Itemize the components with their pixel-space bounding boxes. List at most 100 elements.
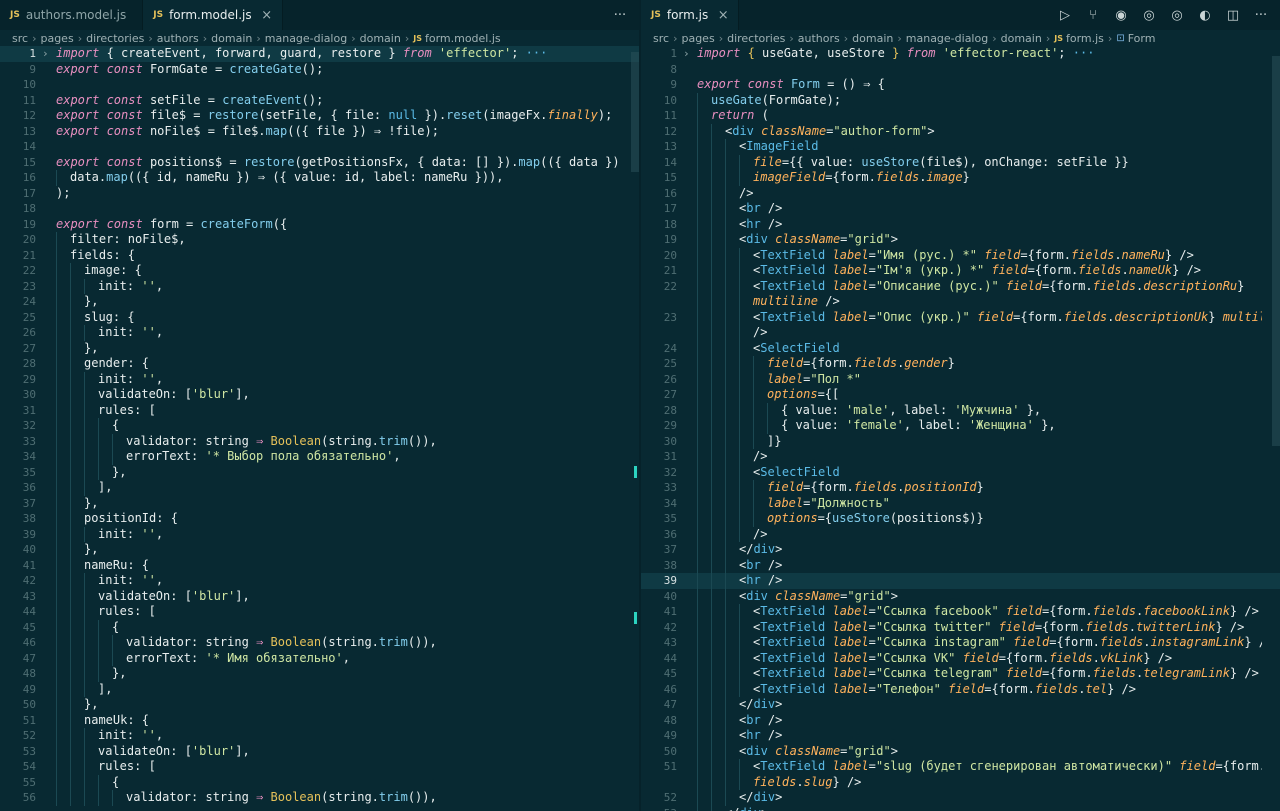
code-line[interactable]: 23 <TextField label="Опис (укр.)" field={… <box>641 309 1280 325</box>
code-line[interactable]: 28 gender: { <box>0 356 639 372</box>
code-line[interactable]: 17); <box>0 186 639 202</box>
code-line[interactable]: 10 useGate(FormGate); <box>641 92 1280 108</box>
code-line[interactable]: 48}, <box>0 666 639 682</box>
code-line[interactable]: 47 errorText: '* Имя обязательно', <box>0 650 639 666</box>
code-editor[interactable]: 1 › import { useGate, useStore } from 'eff… <box>641 46 1280 811</box>
code-line[interactable]: 30 validateOn: ['blur'], <box>0 387 639 403</box>
code-line[interactable]: 20 <TextField label="Имя (рус.) *" field=… <box>641 247 1280 263</box>
code-line[interactable]: 21 fields: { <box>0 247 639 263</box>
code-line[interactable]: 39 init: '', <box>0 526 639 542</box>
code-line[interactable]: 28 { value: 'male', label: 'Мужчина' }, <box>641 402 1280 418</box>
breadcrumb-item[interactable]: Form <box>1128 32 1156 45</box>
code-line[interactable]: 44 rules: [ <box>0 604 639 620</box>
more-actions-icon[interactable]: ··· <box>1248 8 1274 23</box>
close-icon[interactable]: × <box>260 8 274 23</box>
code-line[interactable]: 46 validator: string ⇒ Boolean(string.tri… <box>0 635 639 651</box>
code-line[interactable]: 36 /> <box>641 526 1280 542</box>
code-line[interactable]: 12 export const file$ = restore(setFile, … <box>0 108 639 124</box>
code-line[interactable]: 26 init: '', <box>0 325 639 341</box>
vertical-scrollbar[interactable] <box>629 46 639 811</box>
code-line[interactable]: 53 </div> <box>641 805 1280 811</box>
close-icon[interactable]: × <box>716 8 730 23</box>
run-icon[interactable]: ▷ <box>1052 8 1078 23</box>
code-line[interactable]: 47 </div> <box>641 697 1280 713</box>
code-line[interactable]: 23 init: '', <box>0 278 639 294</box>
code-line[interactable]: 24 <SelectField <box>641 340 1280 356</box>
editor-tab[interactable]: JS form.model.js × <box>143 0 283 30</box>
breadcrumb-item[interactable]: domain <box>211 32 252 45</box>
code-line[interactable]: 29 init: '', <box>0 371 639 387</box>
editor-tab[interactable]: JS form.js × <box>641 0 740 30</box>
code-line[interactable]: 33 field={form.fields.positionId} <box>641 480 1280 496</box>
code-line[interactable]: 29 { value: 'female', label: 'Женщина' }, <box>641 418 1280 434</box>
code-line[interactable]: 31 /> <box>641 449 1280 465</box>
code-line[interactable]: 1 › import { createEvent, forward, guard, … <box>0 46 639 62</box>
code-line[interactable]: 13 export const noFile$ = file$.map(({ fi… <box>0 124 639 140</box>
code-line[interactable]: 39 <hr /> <box>641 573 1280 589</box>
code-line[interactable]: 46 <TextField label="Телефон" field={form… <box>641 681 1280 697</box>
code-line[interactable]: 34 label="Должность" <box>641 495 1280 511</box>
code-line[interactable]: 56 validator: string ⇒ Boolean(string.tri… <box>0 790 639 806</box>
breadcrumb-item[interactable]: directories <box>727 32 785 45</box>
fold-chevron-icon[interactable]: › <box>683 46 690 62</box>
code-line[interactable]: /> <box>641 325 1280 341</box>
code-line[interactable]: 52 init: '', <box>0 728 639 744</box>
breadcrumb-item[interactable]: pages <box>681 32 714 45</box>
code-line[interactable]: 11 return ( <box>641 108 1280 124</box>
code-line[interactable]: 18 <box>0 201 639 217</box>
code-line[interactable]: 33 validator: string ⇒ Boolean(string.tri… <box>0 433 639 449</box>
code-line[interactable]: 41 nameRu: { <box>0 557 639 573</box>
code-line[interactable]: 45 <TextField label="Ссылка telegram" fie… <box>641 666 1280 682</box>
editor-tab[interactable]: JS authors.model.js <box>0 0 144 30</box>
code-line[interactable]: 32 { <box>0 418 639 434</box>
breadcrumb-item[interactable]: src <box>12 32 28 45</box>
code-line[interactable]: 55 { <box>0 774 639 790</box>
previous-change-icon[interactable]: ◎ <box>1136 8 1162 23</box>
code-line[interactable]: 9 export const Form = () ⇒ { <box>641 77 1280 93</box>
code-line[interactable]: 22 image: { <box>0 263 639 279</box>
code-line[interactable]: 38 <br /> <box>641 557 1280 573</box>
code-line[interactable]: 19 <div className="grid"> <box>641 232 1280 248</box>
code-line[interactable]: 48 <br /> <box>641 712 1280 728</box>
code-line[interactable]: 40}, <box>0 542 639 558</box>
code-line[interactable]: 34 errorText: '* Выбор пола обязательно', <box>0 449 639 465</box>
code-line[interactable]: 22 <TextField label="Описание (рус.)" fie… <box>641 278 1280 294</box>
code-line[interactable]: 27 options={[ <box>641 387 1280 403</box>
code-line[interactable]: 41 <TextField label="Ссылка facebook" fie… <box>641 604 1280 620</box>
breadcrumb-item[interactable]: form.js <box>1066 32 1104 45</box>
code-line[interactable]: 54 rules: [ <box>0 759 639 775</box>
code-editor[interactable]: 1 › import { createEvent, forward, guard, … <box>0 46 639 811</box>
code-line[interactable]: 42 init: '', <box>0 573 639 589</box>
code-line[interactable]: 49], <box>0 681 639 697</box>
breadcrumb-item[interactable]: domain <box>852 32 893 45</box>
breadcrumb-item[interactable]: domain <box>360 32 401 45</box>
code-line[interactable]: 43 <TextField label="Ссылка instagram" fi… <box>641 635 1280 651</box>
fold-chevron-icon[interactable]: › <box>42 46 49 62</box>
code-line[interactable]: 21 <TextField label="Ім'я (укр.) *" field… <box>641 263 1280 279</box>
code-line[interactable]: 37 </div> <box>641 542 1280 558</box>
code-line[interactable]: 51 <TextField label="slug (будет сгенерир… <box>641 759 1280 775</box>
breadcrumb-item[interactable]: manage-dialog <box>265 32 347 45</box>
scrollbar-thumb[interactable] <box>631 52 639 172</box>
code-line[interactable]: 24}, <box>0 294 639 310</box>
code-line[interactable]: 12 <div className="author-form"> <box>641 123 1280 139</box>
code-line[interactable]: 40 <div className="grid"> <box>641 588 1280 604</box>
code-line[interactable]: 38 positionId: { <box>0 511 639 527</box>
next-change-icon[interactable]: ◎ <box>1164 8 1190 23</box>
breadcrumb-item[interactable]: domain <box>1001 32 1042 45</box>
code-line[interactable]: 11 export const setFile = createEvent(); <box>0 93 639 109</box>
code-line[interactable]: 53 validateOn: ['blur'], <box>0 743 639 759</box>
code-line[interactable]: 13 <ImageField <box>641 139 1280 155</box>
breadcrumb-item[interactable]: form.model.js <box>425 32 501 45</box>
more-actions-icon[interactable]: ··· <box>607 8 633 23</box>
code-line[interactable]: 1 › import { useGate, useStore } from 'eff… <box>641 46 1280 62</box>
code-line[interactable]: 50 <div className="grid"> <box>641 743 1280 759</box>
code-line[interactable]: 32 <SelectField <box>641 464 1280 480</box>
code-line[interactable]: 43 validateOn: ['blur'], <box>0 588 639 604</box>
code-line[interactable]: 44 <TextField label="Ссылка VK" field={fo… <box>641 650 1280 666</box>
breadcrumb-item[interactable]: authors <box>798 32 840 45</box>
code-line[interactable]: 16 /> <box>641 185 1280 201</box>
breadcrumb-item[interactable]: authors <box>157 32 199 45</box>
code-line[interactable]: 42 <TextField label="Ссылка twitter" fiel… <box>641 619 1280 635</box>
code-line[interactable]: 35}, <box>0 464 639 480</box>
